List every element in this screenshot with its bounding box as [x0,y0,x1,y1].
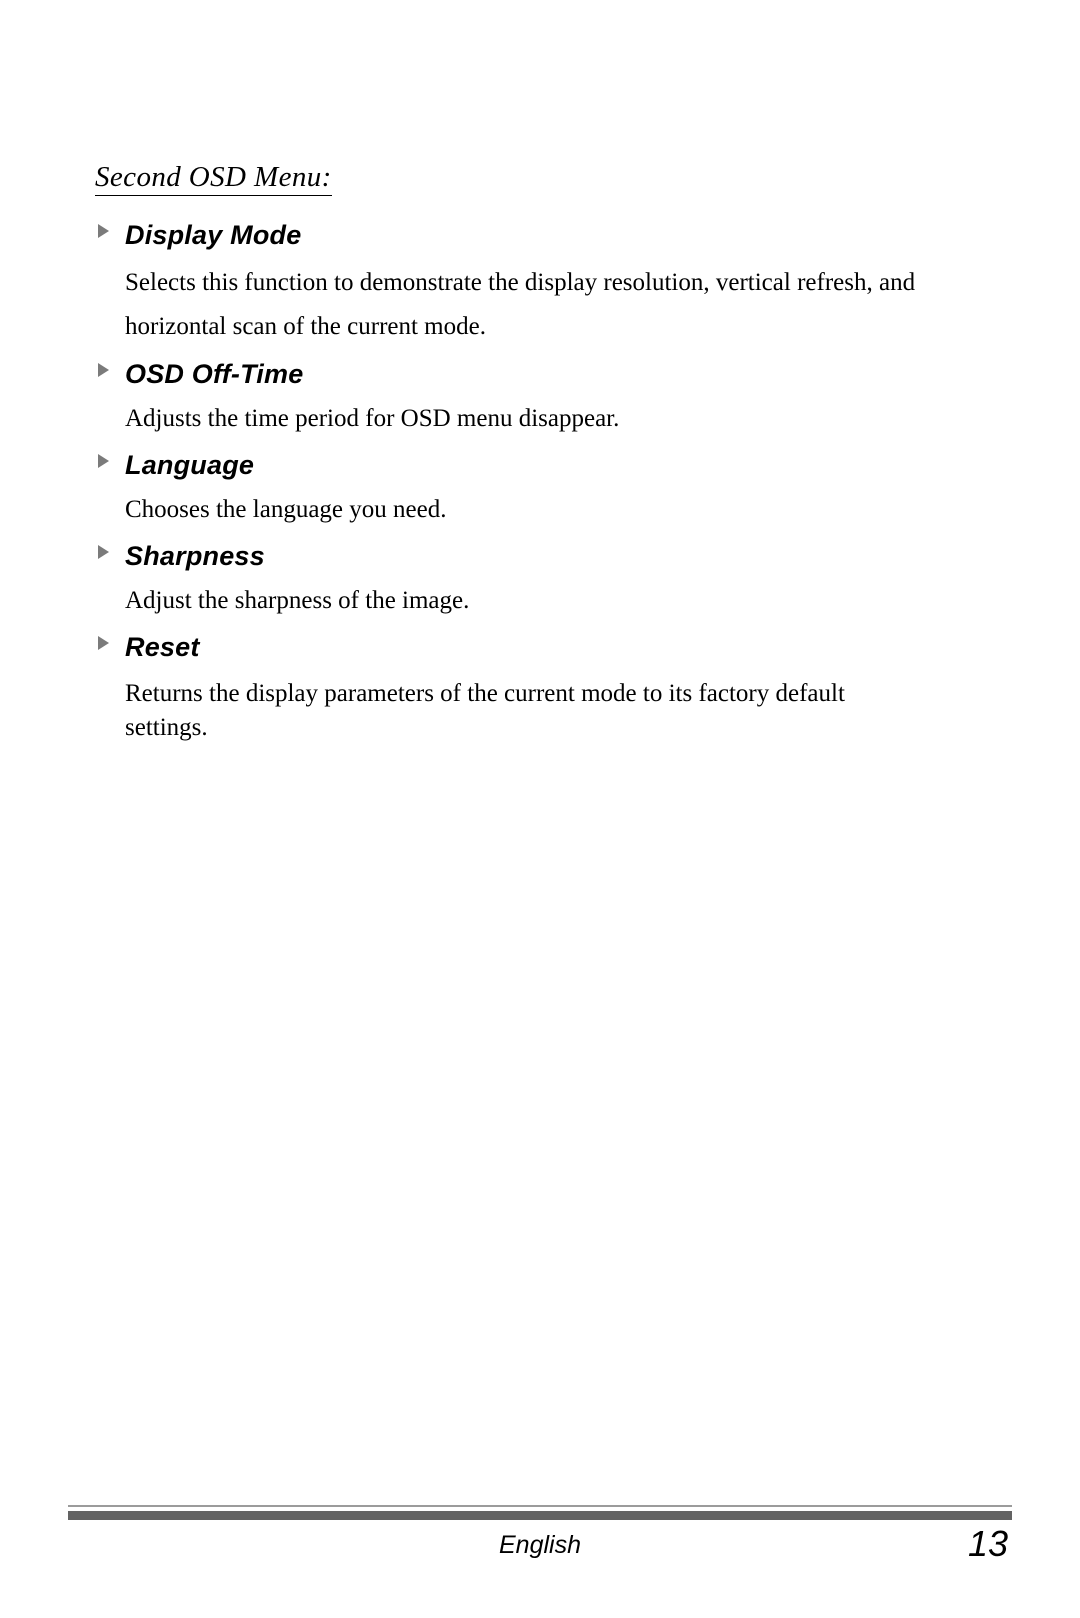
entry-body: Selects this function to demonstrate the… [125,269,916,340]
footer-rule-thick [68,1511,1012,1520]
entry-heading: Sharpness [95,539,985,573]
entry-reset: Reset Returns the display parameters of … [95,630,985,747]
document-page: Second OSD Menu: Display Mode Selects th… [0,0,1080,1618]
entry-body: Adjusts the time period for OSD menu dis… [125,405,620,432]
entry-heading: OSD Off-Time [95,357,985,391]
footer-language-label: English [499,1531,581,1559]
page-footer: English 13 [68,1505,1012,1571]
entry-heading-label: Reset [125,632,200,662]
entry-language: Language Chooses the language you need. [95,448,985,539]
entry-heading: Display Mode [95,218,985,252]
entry-body: Chooses the language you need. [125,496,447,523]
entry-heading-label: OSD Off-Time [125,359,304,389]
entry-osd-off-time: OSD Off-Time Adjusts the time period for… [95,357,985,448]
triangle-right-icon [98,636,109,650]
entry-heading-label: Display Mode [125,220,302,250]
entry-body: Adjust the sharpness of the image. [125,587,470,614]
footer-page-number: 13 [967,1523,1008,1564]
entry-body: Returns the display parameters of the cu… [125,680,845,741]
entry-sharpness: Sharpness Adjust the sharpness of the im… [95,539,985,630]
footer-row: English 13 [68,1523,1012,1571]
entry-heading: Language [95,448,985,482]
entry-heading-label: Sharpness [125,541,265,571]
section-title: Second OSD Menu: [95,160,332,196]
triangle-right-icon [98,545,109,559]
triangle-right-icon [98,363,109,377]
entry-display-mode: Display Mode Selects this function to de… [95,218,985,357]
page-content: Second OSD Menu: Display Mode Selects th… [95,160,985,747]
triangle-right-icon [98,224,109,238]
entry-heading: Reset [95,630,985,664]
triangle-right-icon [98,454,109,468]
entry-heading-label: Language [125,450,255,480]
